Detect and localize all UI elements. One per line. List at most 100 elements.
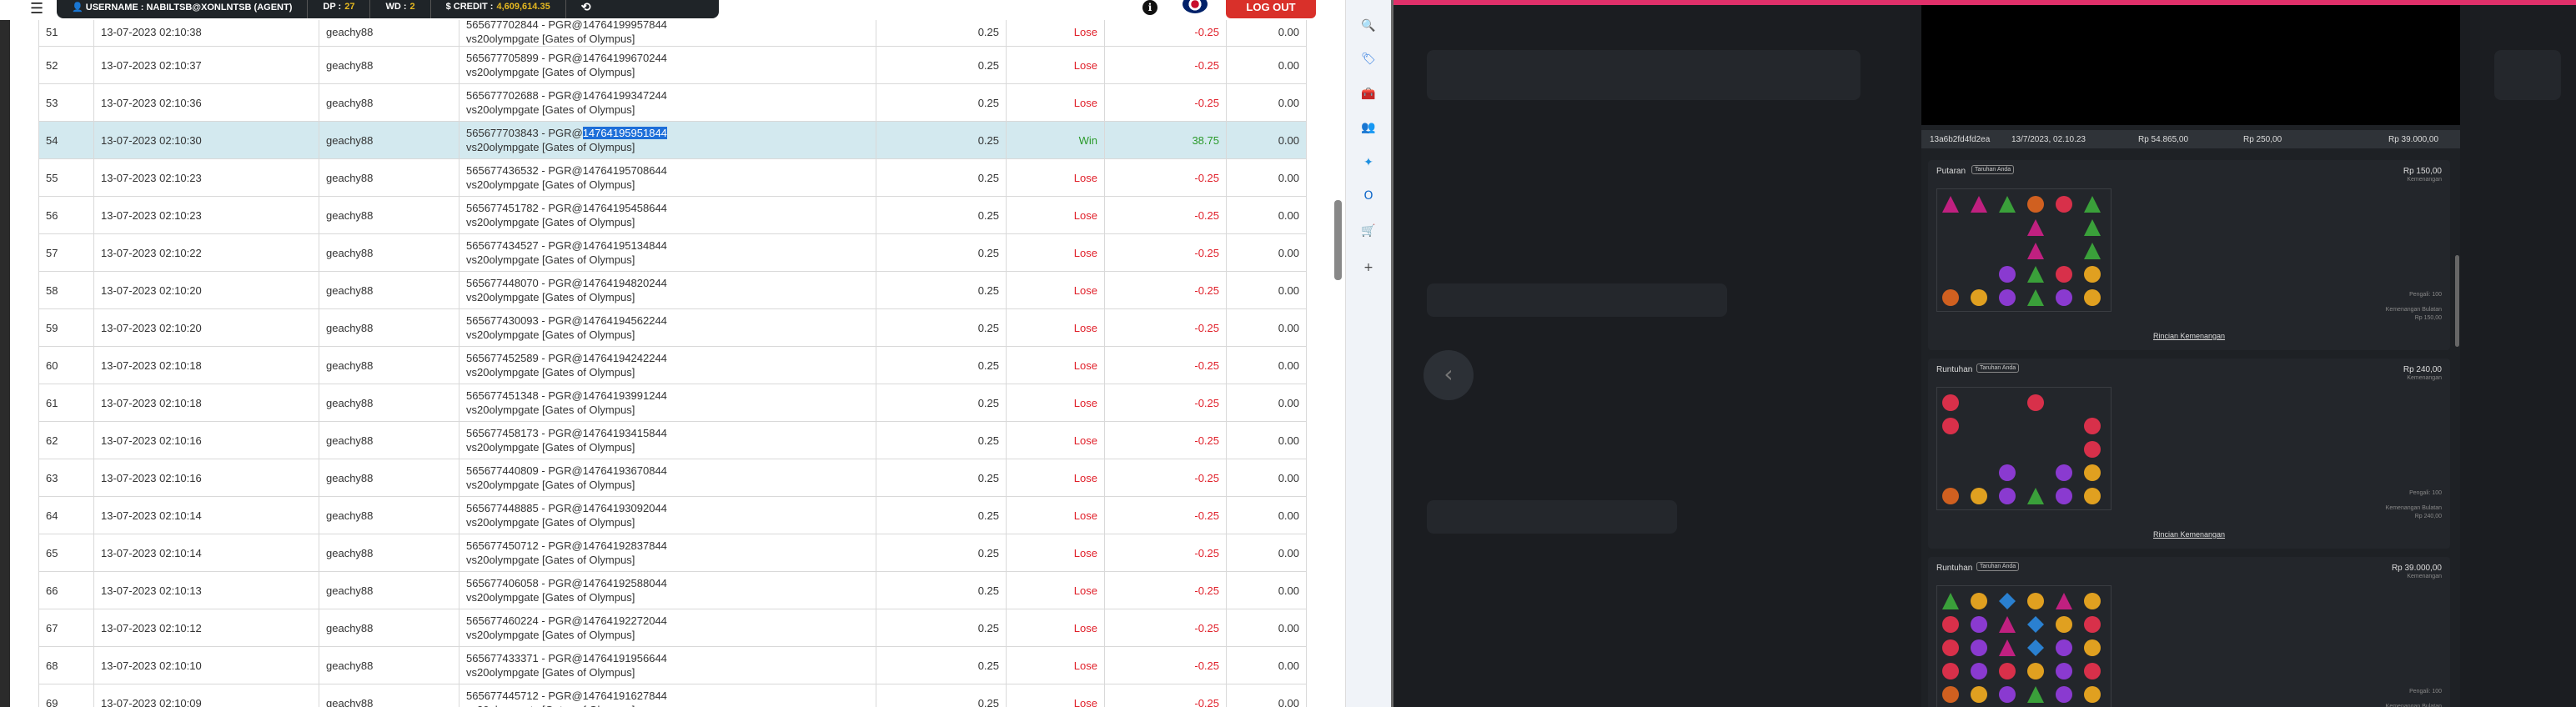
gem-symbol-icon bbox=[1942, 663, 1959, 679]
table-row[interactable]: 68 13-07-2023 02:10:10 geachy88 56567743337… bbox=[38, 646, 1307, 684]
row-result: Lose bbox=[1006, 308, 1105, 347]
wd-value: 2 bbox=[409, 2, 415, 12]
game-name: vs20olympgate [Gates of Olympus] bbox=[466, 253, 635, 266]
row-number: 65 bbox=[38, 534, 94, 572]
background-panel bbox=[2494, 50, 2561, 100]
history-icon[interactable]: ⟲ bbox=[566, 0, 606, 18]
shopping-icon[interactable]: 🛒 bbox=[1359, 222, 1378, 240]
row-username: geachy88 bbox=[319, 571, 459, 609]
gem-symbol-icon bbox=[1999, 488, 2016, 504]
table-row[interactable]: 57 13-07-2023 02:10:22 geachy88 56567743452… bbox=[38, 233, 1307, 272]
row-transaction[interactable]: 565677705899 - PGR@14764199670244 vs20oly… bbox=[459, 46, 876, 84]
table-row[interactable]: 61 13-07-2023 02:10:18 geachy88 56567745134… bbox=[38, 384, 1307, 422]
table-row[interactable]: 65 13-07-2023 02:10:14 geachy88 56567745071… bbox=[38, 534, 1307, 572]
row-commission: 0.00 bbox=[1226, 17, 1307, 47]
table-row[interactable]: 66 13-07-2023 02:10:13 geachy88 56567740605… bbox=[38, 571, 1307, 609]
menu-icon[interactable]: ☰ bbox=[30, 2, 43, 17]
table-row[interactable]: 67 13-07-2023 02:10:12 geachy88 56567746022… bbox=[38, 609, 1307, 647]
win-label: Kemenangan Bulatan bbox=[2385, 505, 2442, 511]
table-row[interactable]: 63 13-07-2023 02:10:16 geachy88 56567744080… bbox=[38, 459, 1307, 497]
round-badge: Taruhan Anda bbox=[1971, 165, 2015, 174]
row-bet: 0.25 bbox=[876, 684, 1007, 707]
transaction-id: 565677451782 - PGR@14764195458644 bbox=[466, 202, 667, 214]
row-number: 60 bbox=[38, 346, 94, 384]
transaction-id: 565677433371 - PGR@14764191956644 bbox=[466, 652, 667, 664]
outlook-icon[interactable]: O bbox=[1359, 187, 1378, 205]
table-row[interactable]: 59 13-07-2023 02:10:20 geachy88 56567743009… bbox=[38, 308, 1307, 347]
row-transaction[interactable]: 565677430093 - PGR@14764194562244 vs20oly… bbox=[459, 308, 876, 347]
table-row[interactable]: 51 13-07-2023 02:10:38 geachy88 56567770284… bbox=[38, 17, 1307, 47]
win-details-link[interactable]: Rincian Kemenangan bbox=[2153, 332, 2225, 340]
table-row[interactable]: 62 13-07-2023 02:10:16 geachy88 56567745817… bbox=[38, 421, 1307, 459]
tag-icon[interactable]: 🏷 bbox=[1359, 50, 1378, 68]
row-transaction[interactable]: 565677460224 - PGR@14764192272044 vs20oly… bbox=[459, 609, 876, 647]
table-row[interactable]: 64 13-07-2023 02:10:14 geachy88 56567744888… bbox=[38, 496, 1307, 534]
previous-icon[interactable]: ‹ bbox=[1424, 350, 1474, 400]
row-transaction[interactable]: 565677703843 - PGR@14764195951844 vs20oly… bbox=[459, 121, 876, 159]
row-transaction[interactable]: 565677433371 - PGR@14764191956644 vs20oly… bbox=[459, 646, 876, 684]
game-scrollbar[interactable] bbox=[2455, 255, 2459, 347]
table-row[interactable]: 52 13-07-2023 02:10:37 geachy88 56567770589… bbox=[38, 46, 1307, 84]
table-row[interactable]: 55 13-07-2023 02:10:23 geachy88 56567743653… bbox=[38, 158, 1307, 197]
row-username: geachy88 bbox=[319, 17, 459, 47]
row-date: 13-07-2023 02:10:12 bbox=[93, 609, 319, 647]
row-transaction[interactable]: 565677448070 - PGR@14764194820244 vs20oly… bbox=[459, 271, 876, 309]
gem-symbol-icon bbox=[1971, 639, 1987, 656]
row-transaction[interactable]: 565677406058 - PGR@14764192588044 vs20oly… bbox=[459, 571, 876, 609]
gem-symbol-icon bbox=[2027, 243, 2044, 259]
gem-symbol-icon bbox=[2056, 488, 2072, 504]
row-commission: 0.00 bbox=[1226, 346, 1307, 384]
table-row[interactable]: 53 13-07-2023 02:10:36 geachy88 56567770268… bbox=[38, 83, 1307, 122]
gem-symbol-icon bbox=[2027, 488, 2044, 504]
summary-bet: Rp 250,00 bbox=[2243, 134, 2282, 144]
uk-flag-icon[interactable] bbox=[1183, 0, 1208, 13]
row-transaction[interactable]: 565677448885 - PGR@14764193092044 vs20oly… bbox=[459, 496, 876, 534]
row-transaction[interactable]: 565677450712 - PGR@14764192837844 vs20oly… bbox=[459, 534, 876, 572]
row-transaction[interactable]: 565677452589 - PGR@14764194242244 vs20oly… bbox=[459, 346, 876, 384]
search-icon[interactable]: 🔍 bbox=[1359, 17, 1378, 35]
row-transaction[interactable]: 565677702688 - PGR@14764199347244 vs20oly… bbox=[459, 83, 876, 122]
win-details-link[interactable]: Rincian Kemenangan bbox=[2153, 530, 2225, 539]
copilot-icon[interactable]: ✦ bbox=[1359, 153, 1378, 172]
row-date: 13-07-2023 02:10:20 bbox=[93, 308, 319, 347]
round-amount: Rp 150,00 bbox=[2403, 167, 2442, 176]
row-winloss: -0.25 bbox=[1104, 308, 1227, 347]
game-name: vs20olympgate [Gates of Olympus] bbox=[466, 33, 635, 45]
gem-symbol-icon bbox=[1999, 464, 2016, 481]
table-row[interactable]: 60 13-07-2023 02:10:18 geachy88 56567745258… bbox=[38, 346, 1307, 384]
info-icon[interactable]: i bbox=[1142, 0, 1157, 15]
row-transaction[interactable]: 565677434527 - PGR@14764195134844 vs20oly… bbox=[459, 233, 876, 272]
row-transaction[interactable]: 565677436532 - PGR@14764195708644 vs20oly… bbox=[459, 158, 876, 197]
table-row[interactable]: 69 13-07-2023 02:10:09 geachy88 56567744571… bbox=[38, 684, 1307, 707]
row-date: 13-07-2023 02:10:10 bbox=[93, 646, 319, 684]
row-transaction[interactable]: 565677702844 - PGR@14764199957844 vs20oly… bbox=[459, 17, 876, 47]
window-edge bbox=[0, 0, 10, 707]
table-row[interactable]: 54 13-07-2023 02:10:30 geachy88 56567770384… bbox=[38, 121, 1307, 159]
row-result: Lose bbox=[1006, 684, 1105, 707]
transaction-id: 565677452589 - PGR@14764194242244 bbox=[466, 352, 667, 364]
row-transaction[interactable]: 565677445712 - PGR@14764191627844vs20oly… bbox=[459, 684, 876, 707]
summary-win: Rp 39.000,00 bbox=[2388, 134, 2439, 144]
row-number: 54 bbox=[38, 121, 94, 159]
row-commission: 0.00 bbox=[1226, 196, 1307, 234]
row-username: geachy88 bbox=[319, 46, 459, 84]
scrollbar-thumb[interactable] bbox=[1334, 200, 1342, 280]
row-username: geachy88 bbox=[319, 233, 459, 272]
row-transaction[interactable]: 565677451348 - PGR@14764193991244 vs20oly… bbox=[459, 384, 876, 422]
row-bet: 0.25 bbox=[876, 496, 1007, 534]
toolbox-icon[interactable]: 🧰 bbox=[1359, 85, 1378, 103]
people-icon[interactable]: 👥 bbox=[1359, 118, 1378, 137]
logout-button[interactable]: LOG OUT bbox=[1226, 0, 1316, 18]
table-row[interactable]: 56 13-07-2023 02:10:23 geachy88 56567745178… bbox=[38, 196, 1307, 234]
row-transaction[interactable]: 565677458173 - PGR@14764193415844 vs20oly… bbox=[459, 421, 876, 459]
row-winloss: -0.25 bbox=[1104, 609, 1227, 647]
row-number: 64 bbox=[38, 496, 94, 534]
credit-segment: $ CREDIT :4,609,614.35 bbox=[431, 0, 566, 18]
row-transaction[interactable]: 565677440809 - PGR@14764193670844 vs20oly… bbox=[459, 459, 876, 497]
game-round-card: Putaran Taruhan Anda Rp 150,00 Kemenangan Pe… bbox=[1928, 160, 2450, 350]
screen: 51 13-07-2023 02:10:38 geachy88 56567770284… bbox=[0, 0, 2576, 707]
row-bet: 0.25 bbox=[876, 421, 1007, 459]
add-icon[interactable]: + bbox=[1359, 258, 1378, 277]
row-transaction[interactable]: 565677451782 - PGR@14764195458644 vs20oly… bbox=[459, 196, 876, 234]
table-row[interactable]: 58 13-07-2023 02:10:20 geachy88 56567744807… bbox=[38, 271, 1307, 309]
